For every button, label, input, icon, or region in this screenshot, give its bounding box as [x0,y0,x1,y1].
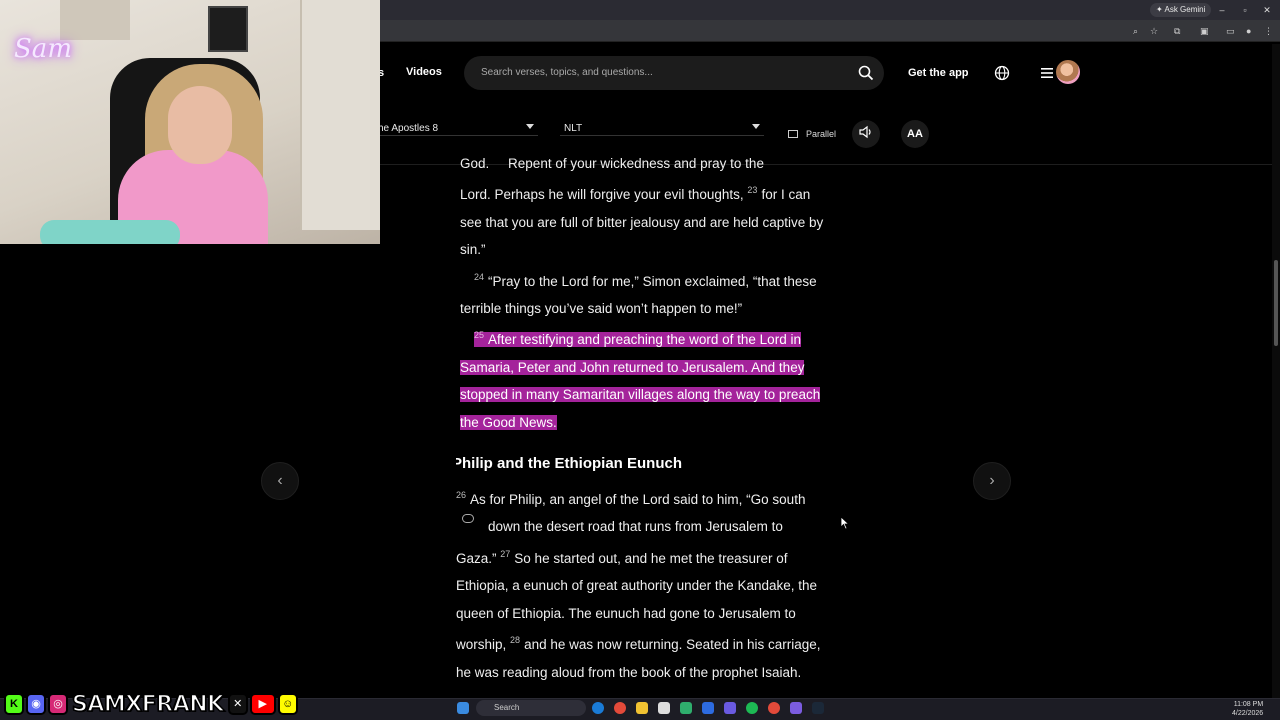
verse-number: 28 [510,635,521,646]
app-icon-blue[interactable] [702,702,714,714]
parallel-columns-icon [788,130,798,138]
verse-number: 24 [474,271,485,282]
streamer-logo: Sam [14,34,72,64]
search-input[interactable]: Search verses, topics, and questions... [464,56,884,90]
search-icon[interactable] [858,65,874,81]
scrollbar-thumb[interactable] [1274,260,1278,346]
chrome-profile-icon[interactable] [768,702,780,714]
previous-chapter-button[interactable]: ‹ [261,462,299,500]
version-select[interactable]: NLT [560,118,764,136]
profile-icon[interactable]: ● [1246,25,1251,37]
steam-icon[interactable] [812,702,824,714]
mouse-cursor-icon [840,516,850,530]
user-avatar[interactable] [1056,60,1080,84]
cast-icon[interactable]: ▭ [1226,25,1235,37]
close-window-button[interactable]: ✕ [1260,3,1274,17]
app-icon-green[interactable] [680,702,692,714]
parallel-button[interactable]: Parallel [788,127,836,141]
discord-taskbar-icon[interactable] [790,702,802,714]
instagram-icon: ◎ [48,693,68,715]
audio-button[interactable] [852,120,880,148]
verse-number: 23 [747,185,758,196]
app-icon-active[interactable] [724,702,736,714]
hamburger-menu-icon[interactable] [1040,66,1054,80]
edge-icon[interactable] [592,702,604,714]
page-scrollbar[interactable] [1272,44,1280,698]
store-icon[interactable] [658,702,670,714]
verse-highlight: 25 After testifying and preaching the wor… [460,330,821,430]
get-the-app-link[interactable]: Get the app [908,67,969,79]
ask-gemini-button[interactable]: ✦ Ask Gemini [1150,3,1212,17]
chapter-text: God. Repent of your wickedness and pray … [456,150,826,698]
version-value: NLT [564,123,583,134]
nav-link-videos[interactable]: Videos [406,66,442,78]
verse-25-highlighted[interactable]: 25 After testifying and preaching the wor… [456,322,826,436]
bookmark-star-icon[interactable]: ☆ [1150,25,1158,37]
footnote-icon[interactable] [462,514,474,524]
verse-number: 25 [474,330,485,341]
chevron-right-icon: › [989,472,995,489]
taskbar-search-label: Search [494,703,520,712]
maximize-button[interactable]: ▫ [1238,3,1252,17]
extensions-icon[interactable]: ⧉ [1174,25,1180,37]
search-placeholder: Search verses, topics, and questions... [481,67,653,78]
kick-icon: K [4,693,24,715]
next-chapter-button[interactable]: › [973,462,1011,500]
book-chapter-value: he Apostles 8 [378,123,439,134]
speaker-icon [859,125,871,139]
youtube-icon: ▶ [249,693,276,715]
chevron-down-icon [752,124,760,129]
taskbar-search[interactable]: Search [476,700,586,716]
parallel-label: Parallel [806,129,837,139]
windows-start-icon[interactable] [457,702,469,714]
social-handle: SAMXFRANK [71,691,225,718]
browser-menu-icon[interactable]: ⋮ [1264,25,1273,37]
chrome-icon[interactable] [614,702,626,714]
ask-gemini-label: Ask Gemini [1164,5,1206,14]
verse-24: 24 “Pray to the Lord for me,” Simon excla… [460,271,817,317]
file-explorer-icon[interactable] [636,702,648,714]
snapchat-icon: ☺ [277,693,298,715]
chevron-down-icon [526,124,534,129]
x-icon: ✕ [227,693,248,715]
minimize-button[interactable]: – [1215,3,1229,17]
section-heading: Philip and the Ethiopian Eunuch [456,455,682,473]
verse-22-partial: God. Repent of your wickedness and pray … [460,156,764,171]
verse-22-23: Lord. Perhaps he will forgive your evil … [460,185,824,258]
verse-26: 26 As for Philip, an angel of the Lord sa… [456,490,821,680]
screen: { "browser": { "ask_gemini_label": "Ask … [0,0,1280,720]
text-size-button[interactable]: AA [901,120,929,148]
sidepanel-icon[interactable]: ▣ [1200,25,1209,37]
discord-icon: ◉ [26,693,46,715]
zoom-icon[interactable]: ⌕ [1133,25,1138,37]
verse-number: 26 [456,490,467,501]
stream-socials-bar: K ◉ ◎ SAMXFRANK ✕ ▶ ☺ [4,690,298,718]
verse-number: 27 [500,548,511,559]
system-clock[interactable]: 11:08 PM 4/22/2026 [1232,700,1263,718]
globe-icon[interactable] [994,65,1010,81]
webcam-overlay: Sam [0,0,380,244]
spotify-icon[interactable] [746,702,758,714]
book-chapter-select[interactable]: he Apostles 8 [378,118,538,136]
chevron-left-icon: ‹ [277,472,283,489]
